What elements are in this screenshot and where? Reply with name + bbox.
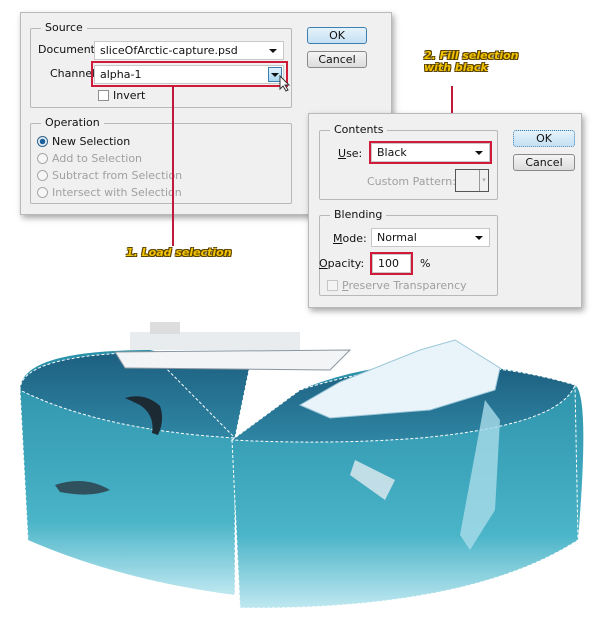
ok-button[interactable]: OK [513,130,575,147]
subtract-selection-label: Subtract from Selection [52,169,183,182]
step2-line2: with black [424,61,488,74]
invert-checkbox[interactable] [98,90,109,101]
add-selection-radio[interactable] [37,153,48,164]
step1-annotation: 1. Load selection [126,246,232,259]
cruise-ship [114,322,352,371]
operation-title: Operation [41,116,104,129]
arctic-slice-illustration [19,322,584,609]
chevron-down-icon [475,236,483,240]
document-label: Document: [38,43,99,56]
left-slice [19,350,251,595]
opacity-label: Opacity: [319,257,365,270]
contents-title: Contents [330,123,388,136]
use-highlight [369,141,492,164]
chevron-down-icon: ▾ [479,170,488,191]
custom-pattern-label: Custom Pattern: [367,175,456,188]
chevron-down-icon [269,49,277,53]
document-value: sliceOfArctic-capture.psd [100,44,238,57]
opacity-highlight [370,252,413,275]
step1-connector [172,86,174,246]
blending-title: Blending [330,208,387,221]
ok-button[interactable]: OK [307,27,367,44]
source-title: Source [41,21,87,34]
invert-label: Invert [113,89,146,102]
channel-highlight [91,61,288,87]
preserve-transparency-label: Preserve Transparency [342,279,467,292]
opacity-unit: % [420,257,431,270]
mode-select[interactable]: Normal [371,228,490,247]
step2-annotation: 2. Fill selection with black [424,50,519,74]
custom-pattern-swatch[interactable]: ▾ [455,169,489,192]
cursor-icon [279,75,291,92]
new-selection-radio[interactable] [37,136,48,147]
cancel-button[interactable]: Cancel [307,51,367,68]
document-select[interactable]: sliceOfArctic-capture.psd [94,41,284,60]
add-selection-label: Add to Selection [52,152,143,165]
subtract-selection-radio[interactable] [37,170,48,181]
intersect-selection-radio[interactable] [37,187,48,198]
cancel-button[interactable]: Cancel [513,154,575,171]
preserve-transparency-checkbox[interactable] [327,280,338,291]
fill-dialog: Contents Use: Black Custom Pattern: ▾ Bl… [308,113,582,308]
mode-label: Mode: [333,232,367,245]
new-selection-label: New Selection [52,135,131,148]
intersect-selection-label: Intersect with Selection [52,186,182,199]
use-label: Use: [338,147,363,160]
mode-value: Normal [377,231,417,244]
